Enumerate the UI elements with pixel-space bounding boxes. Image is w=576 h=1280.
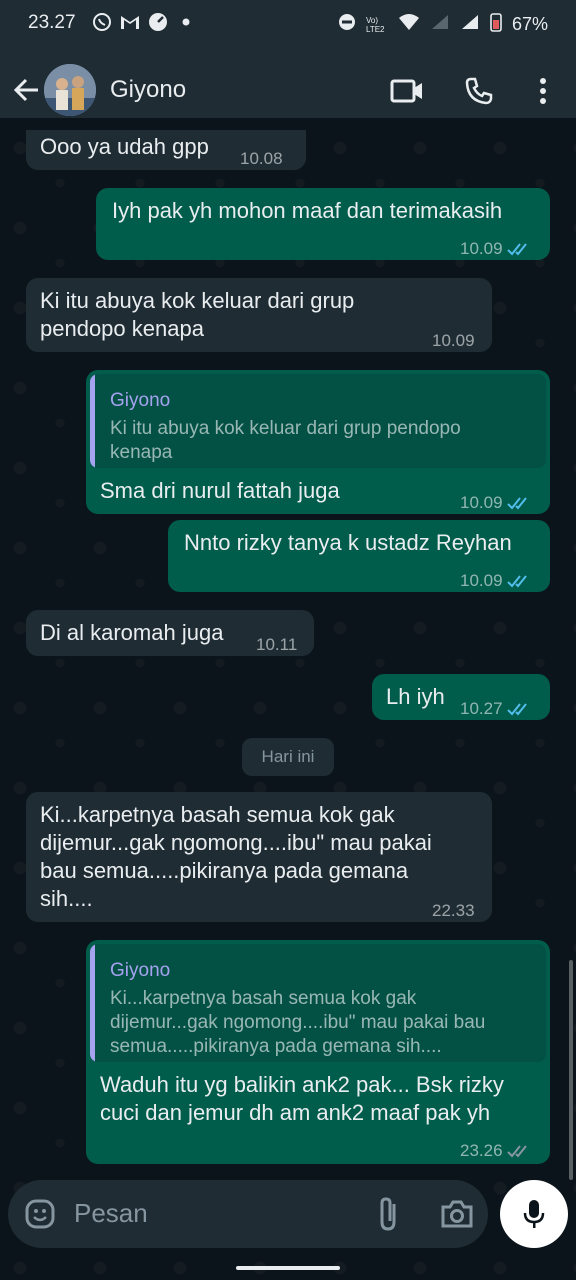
message-meta: 23.26 xyxy=(460,1136,533,1165)
signal-2-icon xyxy=(460,13,480,36)
quote-author: Giyono xyxy=(110,960,171,981)
message-bubble-outgoing[interactable]: Lh iyh 10.27 xyxy=(372,674,550,720)
message-text-line: Waduh itu yg balikin ank2 pak... Bsk riz… xyxy=(100,1072,504,1097)
contact-avatar[interactable] xyxy=(44,64,96,116)
phone-icon[interactable] xyxy=(462,74,496,108)
message-text-line: pendopo kenapa xyxy=(40,316,204,341)
mic-button[interactable] xyxy=(500,1180,568,1248)
message-bubble-incoming[interactable]: Ki itu abuya kok keluar dari grup pendop… xyxy=(26,278,492,352)
message-meta: 10.09 xyxy=(460,488,533,517)
emoji-icon[interactable] xyxy=(24,1198,56,1230)
message-text: Di al karomah juga xyxy=(40,620,224,645)
message-bubble-outgoing[interactable]: Iyh pak yh mohon maaf dan terimakasih 10… xyxy=(96,188,550,260)
message-text-line: Ki itu abuya kok keluar dari grup xyxy=(40,288,355,313)
quoted-message[interactable]: Giyono Ki itu abuya kok keluar dari grup… xyxy=(90,374,546,468)
message-bubble-outgoing[interactable]: Giyono Ki...karpetnya basah semua kok ga… xyxy=(86,940,550,1164)
message-bubble-incoming[interactable]: Di al karomah juga 10.11 xyxy=(26,610,314,656)
quote-accent-bar xyxy=(90,944,95,1062)
message-meta: 10.09 xyxy=(460,234,533,263)
dnd-icon xyxy=(338,13,356,36)
message-time: 10.08 xyxy=(240,149,283,168)
more-vert-icon[interactable] xyxy=(526,74,560,108)
read-receipt-icon xyxy=(506,702,527,715)
quote-text-line: dijemur...gak ngomong....ibu" mau pakai … xyxy=(110,1012,486,1033)
read-receipt-icon xyxy=(506,574,527,587)
camera-icon[interactable] xyxy=(440,1198,474,1230)
signal-1-icon xyxy=(430,13,450,36)
home-indicator[interactable] xyxy=(236,1266,340,1270)
message-text: Lh iyh xyxy=(386,684,445,709)
gmail-icon xyxy=(120,12,140,32)
mic-icon xyxy=(523,1200,545,1228)
message-time: 10.09 xyxy=(460,239,503,258)
system-icons: Vo) LTE2 67% xyxy=(338,12,548,37)
status-bar: 23.27 Vo) LTE2 67% xyxy=(0,0,576,50)
read-receipt-icon xyxy=(506,496,527,509)
status-time: 23.27 xyxy=(28,12,76,33)
message-time: 10.09 xyxy=(432,331,475,350)
message-time: 22.33 xyxy=(432,901,475,920)
message-time: 10.09 xyxy=(460,571,503,590)
quote-text-line: kenapa xyxy=(110,442,173,463)
message-time: 23.26 xyxy=(460,1141,503,1160)
battery-icon xyxy=(490,12,502,37)
read-receipt-icon xyxy=(506,242,527,255)
message-text: Sma dri nurul fattah juga xyxy=(100,478,340,503)
message-bubble-incoming[interactable]: Ki...karpetnya basah semua kok gak dijem… xyxy=(26,792,492,922)
message-bubble-outgoing[interactable]: Nnto rizky tanya k ustadz Reyhan 10.09 xyxy=(168,520,550,592)
quote-author: Giyono xyxy=(110,390,171,411)
attach-icon[interactable] xyxy=(374,1196,404,1232)
scroll-edge xyxy=(0,118,576,130)
quote-accent-bar xyxy=(90,374,95,468)
back-arrow-icon[interactable] xyxy=(12,72,42,108)
message-text-line: Ki...karpetnya basah semua kok gak xyxy=(40,802,395,827)
message-text-line: bau semua.....pikiranya pada gemana xyxy=(40,858,409,883)
message-text: Ooo ya udah gpp xyxy=(40,134,209,159)
contact-name[interactable]: Giyono xyxy=(110,76,186,104)
message-meta: 10.09 xyxy=(460,566,533,595)
video-call-icon[interactable] xyxy=(390,74,424,108)
delivered-receipt-icon xyxy=(506,1144,527,1157)
notification-dot-icon xyxy=(176,12,196,32)
message-text-line: sih.... xyxy=(40,886,93,911)
message-bubble-outgoing[interactable]: Giyono Ki itu abuya kok keluar dari grup… xyxy=(86,370,550,514)
quote-text-line: Ki itu abuya kok keluar dari grup pendop… xyxy=(110,418,461,439)
scrollbar[interactable] xyxy=(569,960,573,1180)
quote-text-line: semua.....pikiranya pada gemana sih.... xyxy=(110,1036,442,1057)
message-meta: 10.27 xyxy=(460,694,533,723)
date-separator: Hari ini xyxy=(242,738,334,776)
volte-icon: Vo) LTE2 xyxy=(365,15,385,34)
message-input-bar[interactable]: Pesan xyxy=(8,1180,488,1248)
message-text: Nnto rizky tanya k ustadz Reyhan xyxy=(184,530,512,555)
battery-percent: 67% xyxy=(511,14,548,34)
quoted-message[interactable]: Giyono Ki...karpetnya basah semua kok ga… xyxy=(90,944,546,1062)
wifi-icon xyxy=(398,13,420,36)
speed-icon xyxy=(148,12,168,32)
message-text-line: dijemur...gak ngomong....ibu" mau pakai xyxy=(40,830,432,855)
message-time: 10.27 xyxy=(460,699,503,718)
notification-icons xyxy=(92,12,196,32)
quote-text-line: Ki...karpetnya basah semua kok gak xyxy=(110,988,417,1009)
whatsapp-icon xyxy=(92,12,112,32)
message-text-line: cuci dan jemur dh am ank2 maaf pak yh xyxy=(100,1100,491,1125)
message-text: Iyh pak yh mohon maaf dan terimakasih xyxy=(112,198,503,223)
message-input[interactable]: Pesan xyxy=(74,1198,148,1229)
message-time: 10.09 xyxy=(460,493,503,512)
message-time: 10.11 xyxy=(256,635,298,654)
